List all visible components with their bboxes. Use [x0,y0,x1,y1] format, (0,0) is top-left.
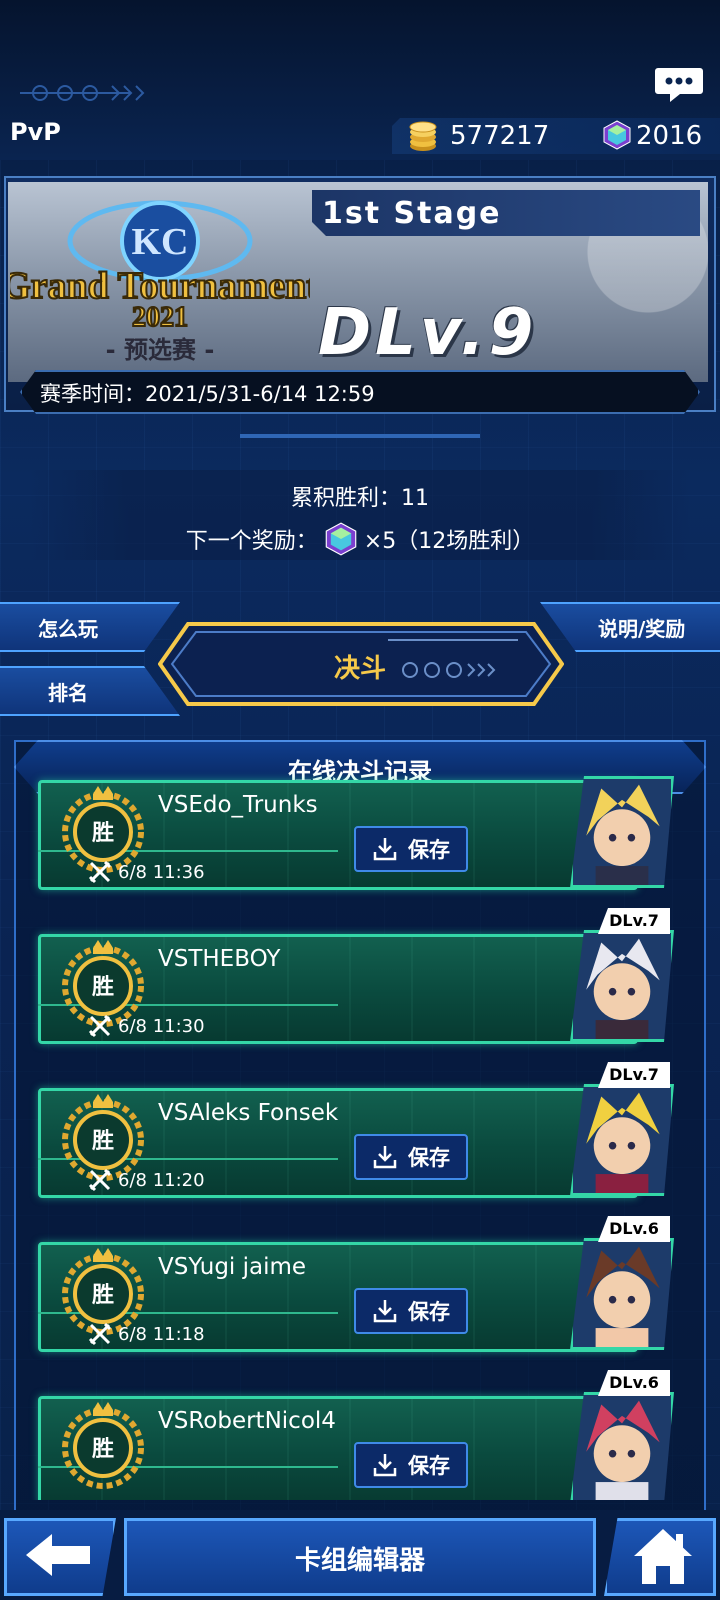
win-label: 胜 [92,1437,114,1462]
save-replay-button[interactable]: 保存 [354,826,468,872]
gem-icon [325,522,357,556]
duel-record-row[interactable]: 胜 VSAleks Fonsek 6/8 11:20 保存 DLv.7 [38,1062,674,1198]
save-label: 保存 [408,1300,450,1324]
divider [240,434,480,438]
record-time: 6/8 11:20 [88,1168,205,1192]
download-icon [373,1146,397,1169]
opponent-name: VSRobertNicol4 [158,1408,336,1434]
gold-amount: 577217 [450,121,550,151]
stage-label: 1st Stage [322,196,502,231]
win-medal-icon: 胜 [62,1402,144,1489]
opponent-dlv-badge: DLv.6 [598,1216,670,1242]
opponent-name: VSEdo_Trunks [158,792,318,818]
opponent-name: VSTHEBOY [158,946,281,972]
how-to-play-button[interactable]: 怎么玩 [0,602,180,652]
download-icon [373,838,397,861]
opponent-dlv-badge: DLv.7 [598,908,670,934]
save-replay-button[interactable]: 保存 [354,1134,468,1180]
record-time: 6/8 11:18 [88,1322,205,1346]
info-rewards-button[interactable]: 说明/奖励 [540,602,720,652]
download-icon [373,1454,397,1477]
duel-label: 决斗 [333,654,386,684]
opponent-avatar [570,930,674,1042]
record-time-text: 6/8 11:36 [118,861,205,883]
opponent-dlv-badge: DLv.7 [598,1062,670,1088]
crossed-swords-icon [88,1168,112,1192]
duelist-level: DLv.9 [318,296,538,370]
record-time-text: 6/8 11:30 [118,1015,205,1037]
duel-record-row[interactable]: 胜 VSYugi jaime 6/8 11:18 保存 DLv.6 [38,1216,674,1352]
duel-record-row[interactable]: 胜 VSTHEBOY 6/8 11:30 保存 DLv.7 [38,908,674,1044]
download-icon [373,1300,397,1323]
save-label: 保存 [408,838,450,862]
duel-record-row[interactable]: 胜 VSRobertNicol4 保存 DLv.6 [38,1370,674,1500]
save-label: 保存 [408,1146,450,1170]
opponent-name: VSAleks Fonsek [158,1100,339,1126]
opponent-avatar [570,1084,674,1196]
opponent-avatar [570,776,674,888]
next-reward-value: ×5（12场胜利） [363,529,535,554]
record-time-text: 6/8 11:18 [118,1323,205,1345]
svg-text:2021: 2021 [132,302,188,333]
home-icon [634,1529,692,1584]
how-to-play-label: 怎么玩 [38,616,98,641]
gem-icon [603,120,631,150]
opponent-dlv-badge: DLv.6 [598,1370,670,1396]
svg-text:Grand Tournament: Grand Tournament [10,265,310,307]
chat-icon[interactable] [654,66,704,102]
back-arrow-icon [26,1534,90,1576]
win-label: 胜 [92,821,114,846]
coin-icon [409,121,437,151]
next-reward: 下一个奖励： ×5（12场胜利） [0,522,720,556]
crossed-swords-icon [88,860,112,884]
circuit-decoration [20,85,145,101]
save-label: 保存 [408,1454,450,1478]
gem-amount: 2016 [636,121,703,151]
season-time: 赛季时间：2021/5/31-6/14 12:59 [40,382,375,406]
opponent-name: VSYugi jaime [158,1254,307,1280]
info-rewards-label: 说明/奖励 [598,616,686,641]
next-reward-label: 下一个奖励： [185,529,318,554]
mode-title: PvP [10,118,61,146]
total-wins: 累积胜利：11 [291,486,429,511]
crossed-swords-icon [88,1322,112,1346]
tournament-logo: KC Grand Tournament 2021 - 预选赛 - [10,200,310,364]
duel-record-row[interactable]: 胜 VSEdo_Trunks 6/8 11:36 保存 [38,780,674,890]
record-time: 6/8 11:36 [88,860,205,884]
deck-editor-label: 卡组编辑器 [294,1546,425,1576]
win-label: 胜 [92,1129,114,1154]
record-time: 6/8 11:30 [88,1014,205,1038]
win-label: 胜 [92,1283,114,1308]
opponent-avatar [570,1392,674,1504]
svg-text:KC: KC [132,221,189,263]
svg-text:- 预选赛 -: - 预选赛 - [106,336,215,364]
save-replay-button[interactable]: 保存 [354,1442,468,1488]
opponent-avatar [570,1238,674,1350]
save-replay-button[interactable]: 保存 [354,1288,468,1334]
crossed-swords-icon [88,1014,112,1038]
win-label: 胜 [92,975,114,1000]
record-time-text: 6/8 11:20 [118,1169,205,1191]
